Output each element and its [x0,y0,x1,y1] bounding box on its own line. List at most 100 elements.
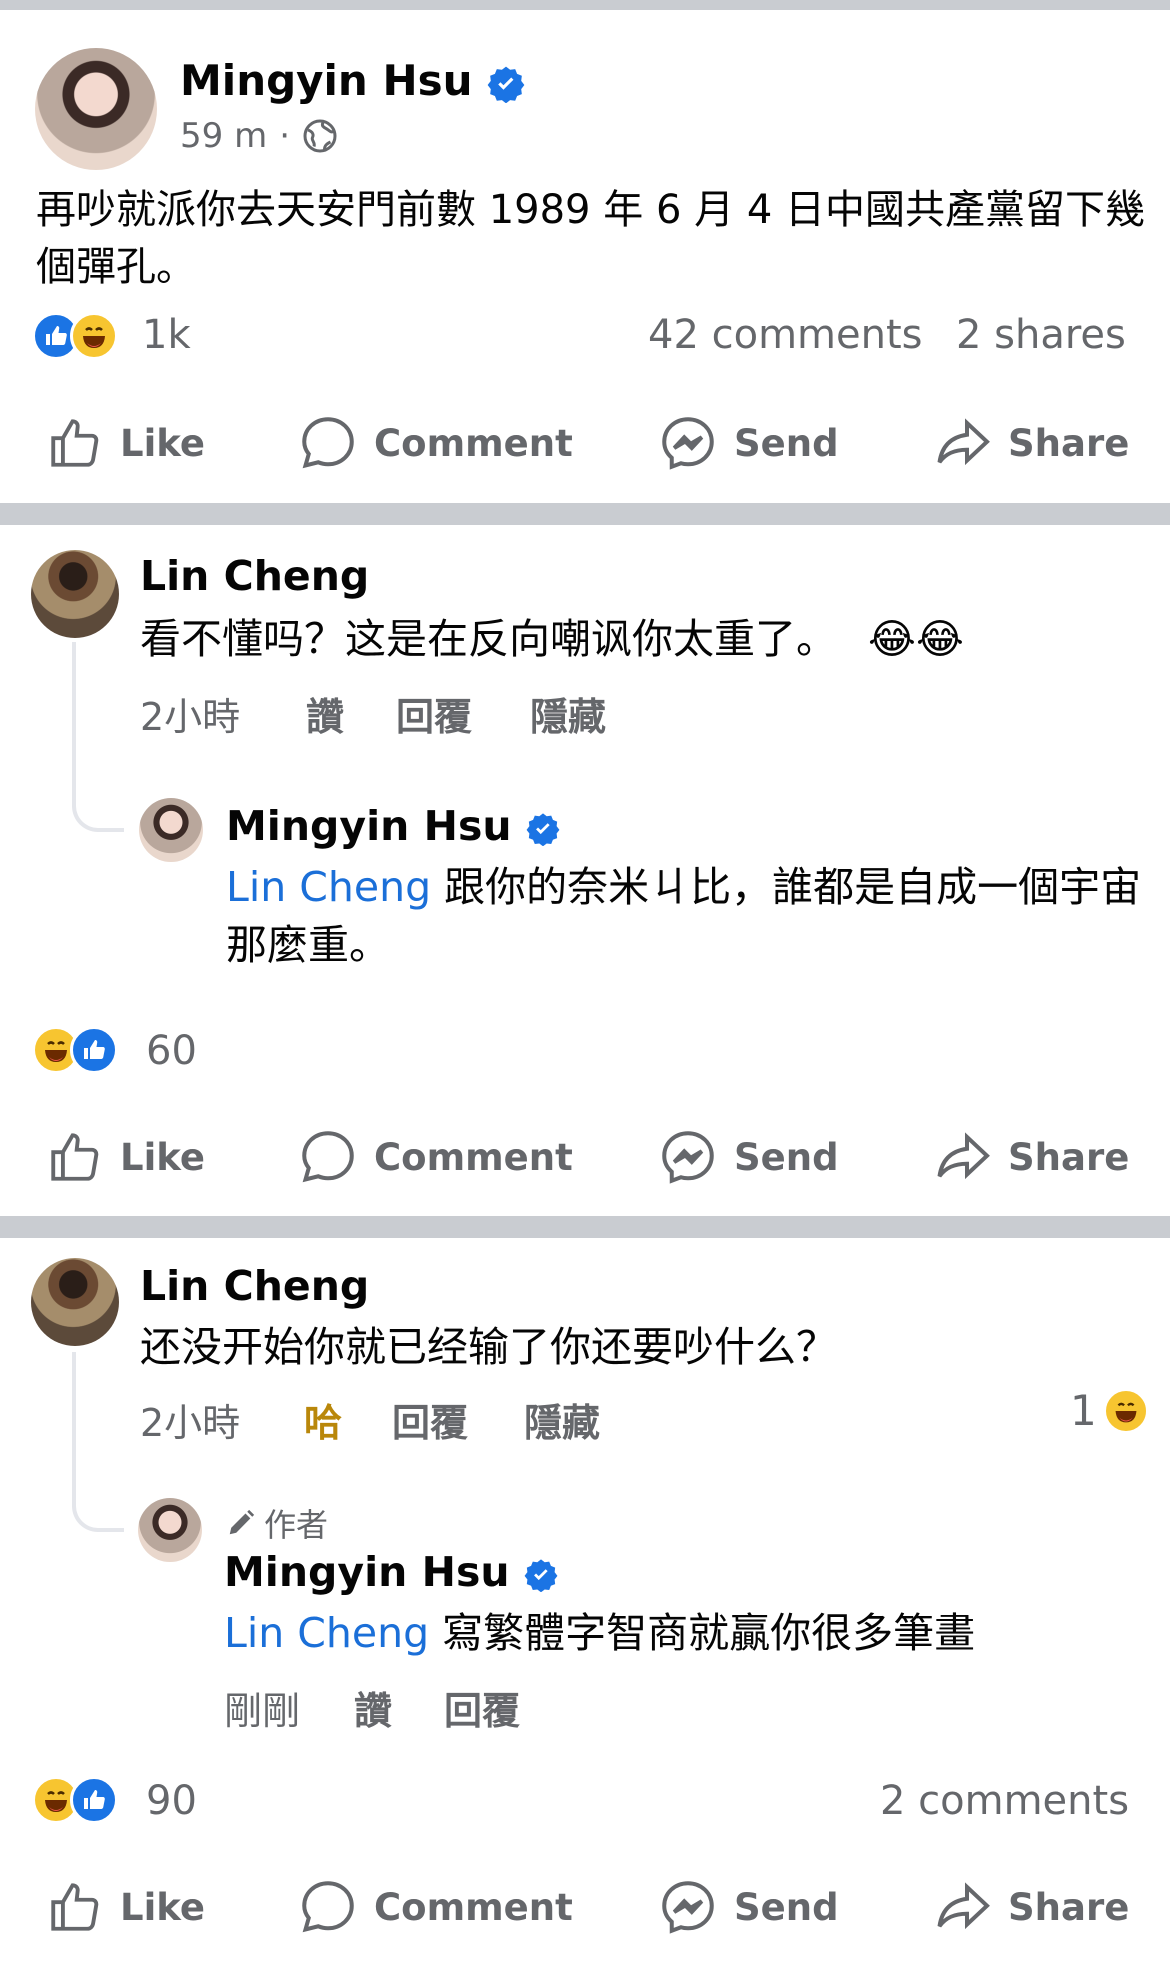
post-time[interactable]: 59 m [180,116,267,156]
comment-time[interactable]: 2小時 [140,1392,240,1447]
section-separator [0,1216,1170,1238]
verified-badge-icon [526,813,560,846]
thumbs-up-icon [51,1133,99,1181]
reply-author-label[interactable]: Mingyin Hsu [226,802,512,850]
card1-reaction-icons[interactable] [32,1026,118,1074]
laughing-emoji: 😂😂 [868,615,964,663]
post-author-label[interactable]: Mingyin Hsu [180,56,473,105]
comment-hide-button[interactable]: 隱藏 [524,1392,600,1447]
comment-reply-button[interactable]: 回覆 [392,1392,468,1447]
share-arrow-icon [937,418,990,466]
post-shares-count[interactable]: 2 shares [956,312,1126,358]
post-comments-count[interactable]: 42 comments [648,312,923,358]
comment-haha-reaction-button[interactable]: 哈 [304,1392,342,1447]
comment-reply-button[interactable]: 回覆 [396,686,472,741]
comment-label: Comment [374,1135,573,1179]
send-button[interactable]: Send [658,1872,839,1942]
comment-time[interactable]: 2小時 [140,686,240,741]
post-author-avatar[interactable] [35,48,157,170]
mention-link[interactable]: Lin Cheng [224,1609,429,1657]
comment-text: 还没开始你就已经输了你还要吵什么？ [140,1323,837,1371]
mention-link[interactable]: Lin Cheng [226,863,431,911]
share-label: Share [1008,1885,1130,1929]
comment-label: Comment [374,1885,573,1929]
like-button[interactable]: Like [46,408,205,478]
globe-icon [303,119,337,153]
comment-label: Comment [374,421,573,465]
comment-button[interactable]: Comment [298,1122,573,1192]
comment-author-name[interactable]: Lin Cheng [140,552,369,600]
share-arrow-icon [937,1132,990,1180]
post-reaction-icons[interactable] [32,312,118,360]
reply-author-label[interactable]: Mingyin Hsu [224,1548,510,1596]
section-separator [0,503,1170,525]
comment-bubble-icon [302,1881,354,1933]
meta-dot: · [279,116,291,156]
comment-button[interactable]: Comment [298,1872,573,1942]
comment-button[interactable]: Comment [298,408,573,478]
reply-author-avatar[interactable] [139,798,203,862]
haha-reaction-icon [1102,1387,1149,1434]
messenger-icon [662,417,714,470]
comment-bubble-icon [302,417,354,469]
share-button[interactable]: Share [932,408,1129,478]
messenger-icon [662,1881,714,1934]
like-label: Like [120,1885,205,1929]
send-button[interactable]: Send [658,408,839,478]
top-separator [0,0,1170,10]
author-badge: 作者 [226,1500,328,1546]
reply-author-name[interactable]: Mingyin Hsu [226,802,560,850]
thumbs-up-icon [51,1883,99,1931]
share-label: Share [1008,1135,1130,1179]
card2-reaction-icons[interactable] [32,1776,118,1824]
author-badge-label: 作者 [264,1506,329,1544]
send-label: Send [734,421,839,465]
verified-badge-icon [524,1559,558,1592]
like-button[interactable]: Like [46,1872,205,1942]
send-button[interactable]: Send [658,1122,839,1192]
reply-like-button[interactable]: 讚 [354,1680,392,1735]
share-button[interactable]: Share [932,1872,1129,1942]
haha-reaction-icon [70,312,118,360]
like-reaction-icon [70,1026,118,1074]
thread-connector [72,1352,124,1532]
pencil-icon [229,1509,255,1535]
comment-hide-button[interactable]: 隱藏 [530,686,606,741]
send-label: Send [734,1885,839,1929]
like-label: Like [120,421,205,465]
post-meta: 59 m · [180,116,338,156]
post-author-name[interactable]: Mingyin Hsu [180,56,525,105]
comment-bubble-icon [302,1131,354,1183]
share-button[interactable]: Share [932,1122,1129,1192]
like-label: Like [120,1135,205,1179]
post-reaction-count[interactable]: 1k [142,312,191,358]
comment-reaction-count[interactable]: 1 [1070,1386,1149,1435]
reply-reply-button[interactable]: 回覆 [444,1680,520,1735]
comment-text: 看不懂吗？这是在反向嘲讽你太重了。 😂😂 [140,610,1150,668]
card2-action-bar: Like Comment Send Share [0,1872,1170,1942]
reply-author-name[interactable]: Mingyin Hsu [224,1548,558,1596]
reply-text: Lin Cheng 寫繁體字智商就贏你很多筆畫 [224,1604,1144,1662]
messenger-icon [662,1131,714,1184]
card2-comments-count[interactable]: 2 comments [880,1778,1129,1824]
reply-text: Lin Cheng 跟你的奈米ㄐ比，誰都是自成一個宇宙那麼重。 [226,858,1146,974]
reply-author-avatar[interactable] [138,1498,202,1562]
reply-time[interactable]: 剛剛 [224,1680,300,1735]
comment-like-button[interactable]: 讚 [306,686,344,741]
thumbs-up-icon [51,419,99,467]
card1-reaction-count[interactable]: 60 [146,1028,197,1074]
card2-reaction-count[interactable]: 90 [146,1778,197,1824]
commenter-avatar[interactable] [31,550,119,638]
like-reaction-icon [70,1776,118,1824]
verified-badge-icon [487,66,525,103]
share-label: Share [1008,421,1130,465]
share-arrow-icon [937,1882,990,1930]
like-button[interactable]: Like [46,1122,205,1192]
send-label: Send [734,1135,839,1179]
post-action-bar: Like Comment Send Share [0,408,1170,478]
commenter-avatar[interactable] [31,1258,119,1346]
card1-action-bar: Like Comment Send Share [0,1122,1170,1192]
thread-connector [72,642,124,832]
reply-text-body: 寫繁體字智商就贏你很多筆畫 [429,1609,976,1657]
comment-author-name[interactable]: Lin Cheng [140,1262,369,1310]
